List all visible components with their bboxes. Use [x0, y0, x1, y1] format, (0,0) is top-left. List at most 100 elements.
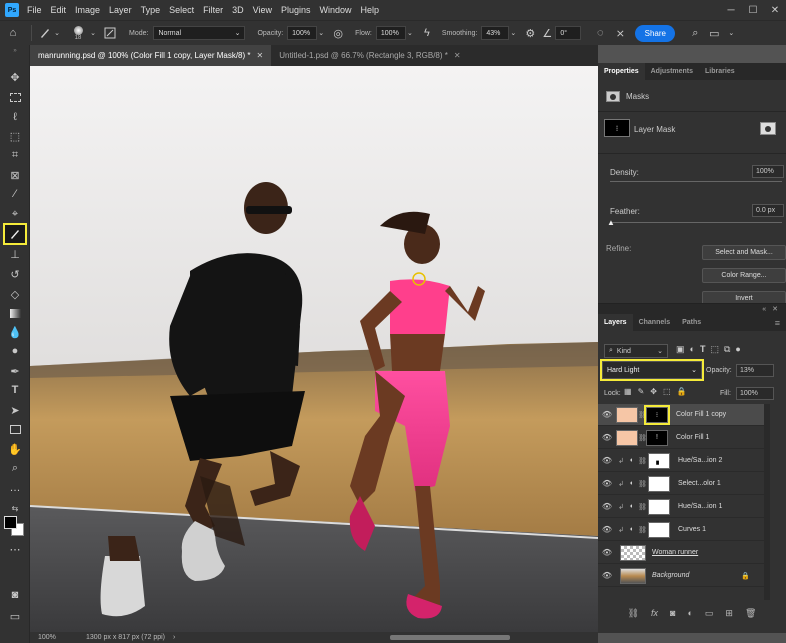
chevron-down-icon[interactable]: ⌄: [53, 29, 61, 37]
mode-select[interactable]: Normal ⌄: [153, 26, 246, 40]
blend-mode-select[interactable]: Hard Light ⌄: [600, 359, 704, 381]
eye-icon[interactable]: 👁: [598, 479, 616, 488]
layer-hue-saturation-2[interactable]: 👁 ↲ ◐ ⛓ ▖ Hue/Sa...ion 2: [598, 450, 764, 472]
link-icon[interactable]: ⛓: [638, 480, 647, 488]
close-icon[interactable]: ✕: [772, 305, 778, 313]
layer-hue-saturation-1[interactable]: 👁 ↲ ◐ ⛓ Hue/Sa...ion 1: [598, 496, 764, 518]
layers-scrollbar[interactable]: [764, 404, 770, 600]
brush-tool-icon[interactable]: [37, 27, 53, 39]
menu-select[interactable]: Select: [169, 5, 194, 15]
link-icon[interactable]: ⛓: [638, 457, 647, 465]
screen-mode-icon[interactable]: ▭: [5, 607, 25, 625]
menu-3d[interactable]: 3D: [232, 5, 244, 15]
tab-layers[interactable]: Layers: [598, 314, 633, 331]
move-tool-icon[interactable]: ✥: [5, 68, 25, 86]
close-icon[interactable]: ✕: [454, 51, 461, 60]
filter-toggle-icon[interactable]: ●: [735, 344, 740, 355]
new-adjustment-icon[interactable]: ◐: [687, 608, 692, 618]
slider-thumb-icon[interactable]: ▲: [607, 218, 615, 227]
shape-filter-icon[interactable]: ⬚: [710, 344, 719, 355]
layer-mask-thumbnail[interactable]: ⁝: [604, 119, 630, 137]
layer-selective-color-1[interactable]: 👁 ↲ ◐ ⛓ Select...olor 1: [598, 473, 764, 495]
tab-paths[interactable]: Paths: [676, 314, 707, 331]
add-pixel-mask-icon[interactable]: [760, 122, 776, 135]
hand-tool-icon[interactable]: ✋: [5, 440, 25, 458]
eye-icon[interactable]: 👁: [598, 571, 616, 580]
search-icon[interactable]: ⌕: [685, 27, 705, 40]
tab-untitled-1[interactable]: Untitled-1.psd @ 66.7% (Rectangle 3, RGB…: [271, 45, 468, 66]
opacity-input[interactable]: 100%: [287, 26, 318, 40]
feather-input[interactable]: 0.0 px: [752, 204, 784, 217]
select-and-mask-button[interactable]: Select and Mask...: [702, 245, 786, 260]
panel-menu-icon[interactable]: ≡: [769, 314, 786, 331]
flow-input[interactable]: 100%: [375, 26, 406, 40]
angle-input[interactable]: 0°: [555, 26, 582, 40]
menu-layer[interactable]: Layer: [109, 5, 132, 15]
object-select-tool-icon[interactable]: ⬚: [5, 127, 25, 145]
new-layer-icon[interactable]: ⊞: [725, 608, 733, 619]
document-canvas[interactable]: [30, 66, 598, 632]
menu-view[interactable]: View: [253, 5, 272, 15]
menu-filter[interactable]: Filter: [203, 5, 223, 15]
chevron-right-icon[interactable]: ›: [173, 634, 175, 641]
link-icon[interactable]: ⛓: [638, 526, 647, 534]
edit-toolbar-icon[interactable]: ⋯: [5, 540, 25, 558]
link-icon[interactable]: ⛓: [638, 503, 647, 511]
rectangle-tool-icon[interactable]: [5, 420, 25, 438]
menu-edit[interactable]: Edit: [51, 5, 67, 15]
lock-image-icon[interactable]: ✎: [638, 387, 645, 396]
smart-object-filter-icon[interactable]: ⧉: [724, 344, 730, 355]
trash-icon[interactable]: 🗑: [745, 608, 756, 619]
crop-tool-icon[interactable]: ⌗: [5, 146, 25, 164]
link-icon[interactable]: ⛓: [638, 434, 647, 442]
lock-transparent-icon[interactable]: ▦: [624, 387, 632, 396]
eye-icon[interactable]: 👁: [598, 548, 616, 557]
path-select-tool-icon[interactable]: ➤: [5, 401, 25, 419]
eye-icon[interactable]: 👁: [598, 456, 616, 465]
fill-input[interactable]: 100%: [736, 387, 774, 400]
mask-thumbnail[interactable]: ǃ: [646, 429, 668, 446]
pressure-size-icon[interactable]: ◌: [589, 27, 611, 39]
menu-image[interactable]: Image: [75, 5, 100, 15]
eye-icon[interactable]: 👁: [598, 410, 616, 419]
menu-plugins[interactable]: Plugins: [281, 5, 311, 15]
feather-slider[interactable]: [610, 222, 782, 223]
density-input[interactable]: 100%: [752, 165, 784, 178]
type-filter-icon[interactable]: T: [700, 344, 706, 355]
collapse-arrows-icon[interactable]: «: [762, 306, 766, 313]
density-slider[interactable]: [610, 181, 782, 182]
link-layers-icon[interactable]: ⛓: [628, 608, 639, 619]
menu-window[interactable]: Window: [320, 5, 352, 15]
menu-file[interactable]: File: [27, 5, 42, 15]
brush-tool-icon[interactable]: [3, 223, 27, 245]
brush-preset-picker[interactable]: 18: [67, 25, 89, 41]
minimize-icon[interactable]: ─: [720, 0, 742, 20]
zoom-level[interactable]: 100%: [30, 634, 78, 641]
frame-tool-icon[interactable]: ⊠: [5, 166, 25, 184]
menu-help[interactable]: Help: [361, 5, 380, 15]
mask-thumbnail[interactable]: ▖: [648, 452, 670, 469]
eye-icon[interactable]: 👁: [598, 525, 616, 534]
adjustment-filter-icon[interactable]: ◐: [690, 344, 695, 355]
healing-brush-tool-icon[interactable]: ⌖: [5, 205, 25, 223]
smoothing-input[interactable]: 43%: [481, 26, 510, 40]
quick-mask-icon[interactable]: ◙: [5, 586, 25, 604]
pen-tool-icon[interactable]: ✒: [5, 362, 25, 380]
menu-type[interactable]: Type: [141, 5, 161, 15]
tab-libraries[interactable]: Libraries: [699, 63, 741, 80]
chevron-down-icon[interactable]: ⌄: [317, 29, 325, 37]
app-logo[interactable]: Ps: [5, 3, 19, 17]
mask-thumbnail[interactable]: [648, 475, 670, 492]
fx-icon[interactable]: fx: [651, 608, 658, 618]
marquee-tool-icon[interactable]: [5, 88, 25, 106]
layer-color-fill-1-copy[interactable]: 👁 ⛓ ⁝ Color Fill 1 copy: [598, 404, 764, 426]
eye-icon[interactable]: 👁: [598, 433, 616, 442]
mask-thumbnail[interactable]: [648, 521, 670, 538]
layer-color-fill-1[interactable]: 👁 ⛓ ǃ Color Fill 1: [598, 427, 764, 449]
chevron-down-icon[interactable]: ⌄: [406, 29, 414, 37]
lock-position-icon[interactable]: ✥: [650, 387, 657, 396]
workspace-icon[interactable]: ▭: [705, 27, 723, 40]
zoom-tool-icon[interactable]: ⌕: [5, 459, 25, 477]
airbrush-icon[interactable]: ϟ: [418, 27, 436, 39]
link-icon[interactable]: ⛓: [638, 411, 647, 419]
